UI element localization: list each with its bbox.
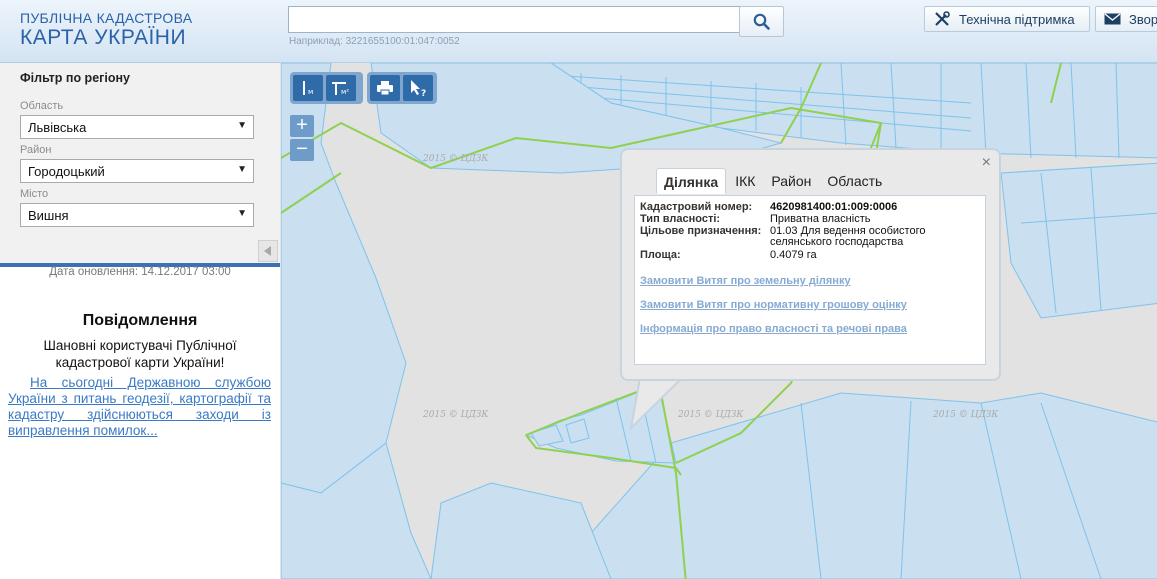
info-key: Площа: — [640, 249, 681, 261]
sidebar: Фільтр по регіону Область Львівська ▼ Ра… — [0, 63, 280, 579]
dropdown-arrow-icon: ▼ — [237, 120, 247, 131]
parcel-info: Кадастровий номер: 4620981400:01:009:000… — [634, 195, 986, 365]
zoom-in-button[interactable]: + — [290, 115, 314, 137]
svg-text:?: ? — [421, 89, 426, 97]
site-logo[interactable]: ПУБЛІЧНА КАДАСТРОВА КАРТА УКРАЇНИ — [20, 10, 192, 50]
print-button[interactable] — [370, 75, 400, 101]
search-input[interactable] — [288, 6, 742, 33]
info-value: 01.03 Для ведення особистого селянського… — [770, 225, 926, 248]
cadastral-number: 4620981400:01:009:0006 — [770, 201, 898, 213]
length-unit: м — [308, 88, 313, 96]
ruler-length-icon: м — [303, 81, 313, 96]
message-title: Повідомлення — [82, 312, 198, 329]
arrow-left-icon — [264, 246, 271, 256]
tab-ikk[interactable]: ІКК — [728, 168, 762, 194]
info-key: Кадастровий номер: — [640, 201, 753, 213]
rayon-label: Район — [20, 144, 52, 156]
search-button[interactable] — [739, 6, 784, 37]
action-toolbar: ? — [367, 72, 437, 104]
tools-icon — [935, 11, 950, 26]
rayon-value: Городоцький — [28, 164, 105, 179]
logo-line-1: ПУБЛІЧНА КАДАСТРОВА — [20, 10, 193, 26]
popup-tabs: Ділянка ІКК Район Область — [656, 168, 891, 194]
tech-support-button[interactable]: Технічна підтримка — [924, 6, 1090, 32]
measure-toolbar: м м² — [290, 72, 363, 104]
measure-area-button[interactable]: м² — [326, 75, 356, 101]
order-valuation-link[interactable]: Замовити Витяг про нормативну грошову оц… — [640, 299, 907, 311]
collapse-panel-button[interactable] — [258, 240, 278, 262]
filter-title: Фільтр по регіону — [20, 71, 130, 85]
tab-rayon[interactable]: Район — [764, 168, 818, 194]
city-label: Місто — [20, 188, 49, 200]
area-unit: м² — [341, 88, 349, 96]
logo-line-2: КАРТА УКРАЇНИ — [20, 26, 187, 49]
measure-length-button[interactable]: м — [293, 75, 323, 101]
cursor-help-icon: ? — [411, 80, 426, 97]
oblast-select[interactable]: Львівська ▼ — [20, 115, 254, 139]
map-watermark: 2015 © ЦДЗК — [422, 154, 489, 164]
info-value: Приватна власність — [770, 213, 871, 225]
map-watermark: 2015 © ЦДЗК — [422, 410, 489, 420]
identify-button[interactable]: ? — [403, 75, 433, 101]
header: ПУБЛІЧНА КАДАСТРОВА КАРТА УКРАЇНИ Наприк… — [0, 0, 1157, 63]
map-watermark: 2015 © ЦДЗК — [932, 410, 999, 420]
zoom-out-button[interactable]: − — [290, 139, 314, 161]
message-link[interactable]: На сьогодні Державною службою України з … — [8, 375, 271, 439]
feedback-button[interactable]: Звор — [1095, 6, 1157, 32]
close-button[interactable]: × — [982, 154, 991, 172]
search-hint: Наприклад: 3221655100:01:047:0052 — [289, 36, 460, 47]
tab-oblast[interactable]: Область — [820, 168, 889, 194]
info-key: Тип власності: — [640, 213, 721, 225]
update-date: Дата оновлення: 14.12.2017 03:00 — [49, 266, 231, 278]
ruler-area-icon: м² — [332, 82, 349, 96]
parcel-popup: × Ділянка ІКК Район Область Кадастровий … — [620, 148, 1001, 381]
feedback-label: Звор — [1129, 11, 1157, 27]
envelope-icon — [1104, 13, 1121, 25]
printer-icon — [377, 81, 393, 96]
region-filter: Фільтр по регіону Область Львівська ▼ Ра… — [0, 63, 280, 267]
search-icon — [753, 13, 770, 30]
oblast-value: Львівська — [28, 120, 87, 135]
dropdown-arrow-icon: ▼ — [237, 208, 247, 219]
map-area[interactable]: 2015 © ЦДЗК 2015 © ЦДЗК 2015 © ЦДЗК 2015… — [281, 63, 1157, 579]
dropdown-arrow-icon: ▼ — [237, 164, 247, 175]
info-key: Цільове призначення: — [640, 225, 762, 237]
city-select[interactable]: Вишня ▼ — [20, 203, 254, 227]
rayon-select[interactable]: Городоцький ▼ — [20, 159, 254, 183]
city-value: Вишня — [28, 208, 69, 223]
message-body: Шановні користувачі Публічної кадастрово… — [43, 338, 237, 370]
tech-support-label: Технічна підтримка — [959, 11, 1075, 27]
info-value: 0.4079 га — [770, 249, 817, 261]
tab-parcel[interactable]: Ділянка — [656, 168, 727, 194]
oblast-label: Область — [20, 100, 64, 112]
ownership-info-link[interactable]: Інформація про право власності та речові… — [640, 323, 907, 335]
order-extract-link[interactable]: Замовити Витяг про земельну ділянку — [640, 275, 851, 287]
popup-pointer — [629, 378, 684, 431]
